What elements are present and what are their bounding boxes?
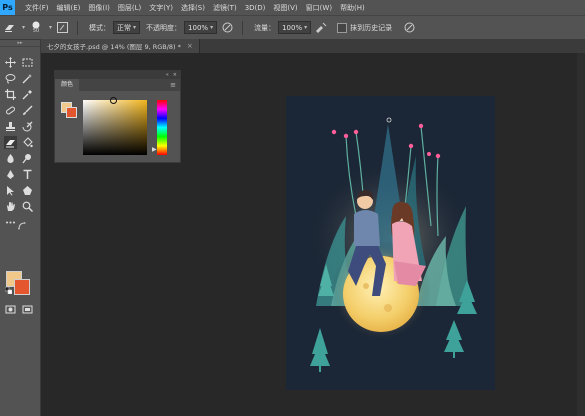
document-tab-label: 七夕的女孩子.psd @ 14% (图层 9, RGB/8) * [47,43,181,51]
collapse-icon[interactable]: « [166,72,169,78]
shape-icon[interactable] [21,184,34,197]
blur-icon[interactable] [4,152,17,165]
quick-mask-icon[interactable] [4,303,17,316]
zoom-icon[interactable] [21,200,34,213]
document-tab-bar: 七夕的女孩子.psd @ 14% (图层 9, RGB/8) * × [41,39,585,53]
menu-type[interactable]: 文字(Y) [145,3,177,13]
panel-background-swatch[interactable] [66,107,77,118]
menu-filter[interactable]: 滤镜(T) [209,3,241,13]
paint-bucket-icon[interactable] [21,136,34,149]
menu-file[interactable]: 文件(F) [21,3,53,13]
color-panel-tabs: 颜色 ≡ [55,79,180,91]
pen-icon[interactable] [4,168,17,181]
swap-colors-icon[interactable] [18,222,27,231]
color-panel: « × 颜色 ≡ ▶ [54,70,181,163]
menu-select[interactable]: 选择(S) [177,3,209,13]
lasso-icon[interactable] [4,72,17,85]
brush-size-value: 50 [32,28,40,34]
document-close-icon[interactable]: × [187,42,193,50]
flow-label: 流量： [254,23,276,32]
menu-window[interactable]: 窗口(W) [302,3,336,13]
path-select-icon[interactable] [4,184,17,197]
hue-slider[interactable] [157,100,167,155]
brush-caret-icon[interactable]: ▾ [49,24,52,31]
options-bar: ▾ 50 ▾ 模式： 正常 ▾ 不透明度： 100% ▾ 流量： 100% ▾ 抹到历… [0,15,585,40]
default-colors-icon[interactable] [5,287,12,294]
erase-history-label: 抹到历史记录 [350,23,393,32]
hue-marker-icon[interactable]: ▶ [152,146,157,153]
type-icon[interactable] [21,168,34,181]
screen-mode-icon[interactable] [21,303,34,316]
stamp-icon[interactable] [4,120,17,133]
hand-icon[interactable] [4,200,17,213]
brush-icon[interactable] [21,104,34,117]
document-tab[interactable]: 七夕的女孩子.psd @ 14% (图层 9, RGB/8) * × [41,39,200,53]
panel-close-icon[interactable]: × [173,72,177,78]
brush-size-picker[interactable]: 50 [28,21,44,35]
flow-field[interactable]: 100% ▾ [278,21,312,34]
mode-label: 模式： [89,23,111,32]
panel-grip[interactable]: ▸▸ [0,40,40,47]
opacity-field[interactable]: 100% ▾ [184,21,218,34]
opacity-label: 不透明度： [146,23,182,32]
history-brush-icon[interactable] [21,120,34,133]
photoshop-logo: Ps [0,0,15,15]
brush-panel-icon[interactable] [55,21,69,35]
flow-caret-icon: ▾ [304,24,308,31]
color-saturation-field[interactable] [83,100,147,155]
opacity-value: 100% [188,23,209,32]
separator [242,20,244,35]
dodge-icon[interactable] [21,152,34,165]
background-color-swatch[interactable] [14,279,30,295]
airbrush-icon[interactable] [314,21,328,35]
pressure-opacity-icon[interactable] [220,21,234,35]
move-icon[interactable] [4,56,17,69]
panel-menu-icon[interactable]: ≡ [170,81,176,89]
mode-value: 正常 [117,23,132,32]
opacity-caret-icon: ▾ [210,24,214,31]
color-picker-ring[interactable] [110,97,117,104]
menu-layer[interactable]: 图层(L) [114,3,145,13]
erase-history-checkbox[interactable] [337,22,348,33]
flow-value: 100% [282,23,303,32]
illustration-artwork [305,117,477,372]
crop-icon[interactable] [4,88,17,101]
more-tools-icon[interactable] [4,216,17,229]
color-panel-titlebar[interactable]: « × [55,71,180,79]
magic-wand-icon[interactable] [21,72,34,85]
eraser-preset-icon[interactable] [3,21,17,35]
separator [77,20,79,35]
preset-caret-icon[interactable]: ▾ [22,24,25,31]
menu-image[interactable]: 图像(I) [84,3,114,13]
menu-help[interactable]: 帮助(H) [336,3,369,13]
vertical-scroll-area[interactable] [577,53,585,416]
menu-edit[interactable]: 编辑(E) [53,3,85,13]
mode-caret-icon: ▾ [133,24,137,31]
eraser-icon[interactable] [4,136,17,149]
mode-select[interactable]: 正常 ▾ [113,21,141,34]
pressure-size-icon[interactable] [402,21,416,35]
menu-view[interactable]: 视图(V) [269,3,301,13]
document-canvas[interactable] [286,96,495,390]
menu-3d[interactable]: 3D(D) [241,4,270,12]
tools-panel: ▸▸ [0,40,41,416]
marquee-icon[interactable] [21,56,34,69]
menubar: Ps 文件(F) 编辑(E) 图像(I) 图层(L) 文字(Y) 选择(S) 滤… [0,0,585,15]
healing-icon[interactable] [4,104,17,117]
eyedropper-icon[interactable] [21,88,34,101]
tab-color[interactable]: 颜色 [55,79,80,91]
